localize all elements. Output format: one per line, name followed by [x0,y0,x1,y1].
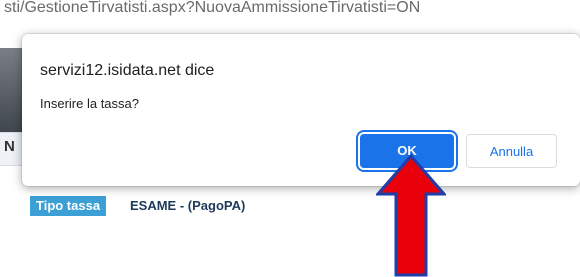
dialog-message: Inserire la tassa? [40,96,139,111]
tipo-tassa-value: ESAME - (PagoPA) [130,198,246,213]
background-section-letter: N [4,138,15,155]
red-arrow-annotation [376,154,446,277]
cancel-button[interactable]: Annulla [466,134,557,168]
confirm-dialog: servizi12.isidata.net dice Inserire la t… [22,34,580,186]
tipo-tassa-label: Tipo tassa [30,196,107,216]
dialog-title: servizi12.isidata.net dice [40,62,215,79]
arrow-icon [376,154,446,277]
background-image-fragment [0,48,22,132]
address-text: sti/GestioneTirvatisti.aspx?NuovaAmmissi… [0,0,580,25]
